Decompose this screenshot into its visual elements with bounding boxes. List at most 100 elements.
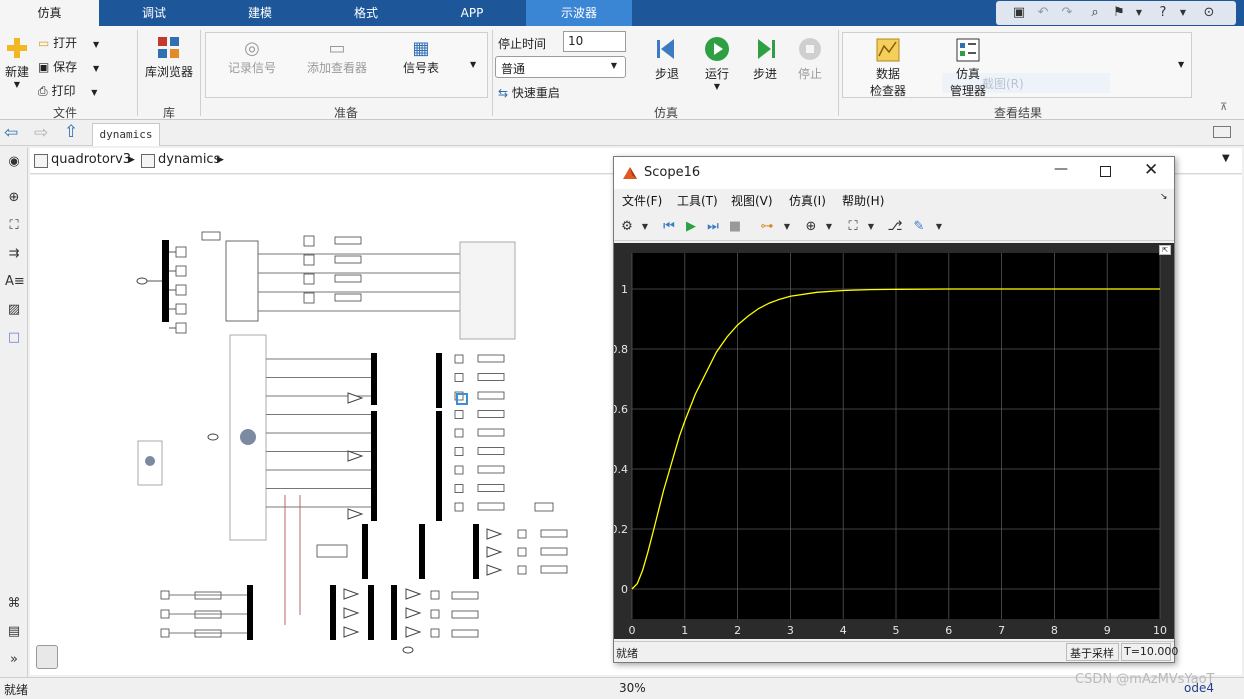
gain-block[interactable] bbox=[303, 254, 315, 266]
gain-block[interactable] bbox=[175, 303, 187, 315]
add-viewer-button[interactable]: ▭ 添加查看器 bbox=[303, 38, 371, 76]
quadrotor-icon[interactable] bbox=[240, 429, 256, 445]
gain-block[interactable] bbox=[454, 502, 464, 512]
step-back-button[interactable]: 步退 bbox=[650, 36, 684, 82]
gain-block[interactable] bbox=[175, 265, 187, 277]
measurement-icon[interactable]: ✎ bbox=[910, 218, 928, 236]
run-icon[interactable]: ▶ bbox=[682, 218, 700, 236]
maximize-icon[interactable] bbox=[1100, 166, 1111, 177]
image-icon[interactable]: ▨ bbox=[5, 301, 23, 319]
tab-format[interactable]: 格式 bbox=[316, 0, 416, 26]
menu-help[interactable]: 帮助(H) bbox=[842, 192, 884, 209]
scope-block[interactable] bbox=[477, 484, 505, 492]
chevron-down-icon[interactable]: ▼ bbox=[1222, 153, 1230, 164]
scope-block[interactable] bbox=[451, 629, 479, 638]
chevron-down-icon[interactable]: ▼ bbox=[470, 60, 476, 69]
scope-block[interactable] bbox=[477, 465, 505, 474]
breadcrumb-item-subsystem[interactable]: dynamics bbox=[158, 152, 220, 167]
undo-icon[interactable]: ↶ bbox=[1034, 4, 1052, 22]
save-icon[interactable]: ▣ bbox=[1010, 4, 1028, 22]
gain-block[interactable] bbox=[303, 235, 315, 247]
gain-triangle[interactable] bbox=[405, 588, 422, 600]
log-signals-button[interactable]: ◎ 记录信号 bbox=[222, 38, 282, 76]
up-arrow-icon[interactable]: ⇧ bbox=[64, 122, 78, 142]
mux-block[interactable] bbox=[391, 585, 397, 640]
mux-block[interactable] bbox=[436, 411, 442, 521]
settings-icon[interactable]: ⚙ bbox=[618, 218, 636, 236]
menu-simulation[interactable]: 仿真(I) bbox=[789, 192, 826, 209]
stop-time-field[interactable]: 10 bbox=[563, 31, 626, 52]
data-inspector-button[interactable]: 数据 检查器 bbox=[860, 38, 916, 99]
model-browser-icon[interactable]: ▤ bbox=[5, 623, 23, 641]
gain-triangle[interactable] bbox=[347, 450, 364, 462]
scope-block[interactable] bbox=[477, 354, 505, 363]
scope-block[interactable] bbox=[477, 373, 505, 381]
hide-explorer-icon[interactable]: ◉ bbox=[5, 153, 23, 171]
annotation-icon[interactable]: A≡ bbox=[5, 273, 25, 291]
gain-triangle[interactable] bbox=[343, 626, 360, 638]
scope-block[interactable] bbox=[477, 410, 505, 418]
fast-restart-button[interactable]: ⇆ 快速重启 bbox=[498, 84, 560, 101]
forward-arrow-icon[interactable]: ⇨ bbox=[34, 123, 48, 143]
mux-block[interactable] bbox=[247, 585, 253, 640]
quadrotor-icon[interactable] bbox=[145, 456, 155, 466]
scope-block[interactable] bbox=[540, 547, 568, 556]
new-button[interactable]: 新建 ▼ bbox=[4, 36, 30, 89]
dock-icon[interactable]: ↘ bbox=[1160, 192, 1168, 202]
gain-block[interactable] bbox=[430, 628, 440, 638]
scope-block[interactable] bbox=[477, 502, 505, 511]
gain-block[interactable] bbox=[303, 273, 315, 285]
scope-block[interactable] bbox=[477, 391, 505, 400]
gain-block[interactable] bbox=[454, 465, 464, 475]
open-button[interactable]: ▭ 打开 ▼ bbox=[38, 34, 110, 51]
gain-triangle[interactable] bbox=[486, 546, 503, 558]
gain-block[interactable] bbox=[175, 246, 187, 258]
signal-table-button[interactable]: ▦ 信号表 bbox=[396, 38, 446, 76]
chevron-right-icon[interactable]: ▶ bbox=[217, 155, 224, 165]
inport-block[interactable] bbox=[207, 433, 219, 441]
scope-block[interactable] bbox=[334, 293, 362, 302]
subsystem-block[interactable] bbox=[225, 240, 259, 322]
gain-triangle[interactable] bbox=[347, 392, 364, 404]
mux-block[interactable] bbox=[362, 524, 368, 579]
gain-triangle[interactable] bbox=[405, 626, 422, 638]
gain-block[interactable] bbox=[454, 373, 464, 382]
model-tab[interactable]: dynamics bbox=[92, 123, 160, 146]
gain-block[interactable] bbox=[303, 292, 315, 304]
mux-block[interactable] bbox=[419, 524, 425, 579]
gain-block[interactable] bbox=[517, 565, 527, 575]
zoom-in-icon[interactable]: ⊕ bbox=[802, 218, 820, 236]
tab-apps[interactable]: APP bbox=[422, 0, 522, 26]
scope-block[interactable] bbox=[334, 236, 362, 245]
gain-triangle[interactable] bbox=[405, 607, 422, 619]
gain-triangle[interactable] bbox=[486, 564, 503, 576]
scope-block[interactable] bbox=[540, 565, 568, 574]
chevron-down-icon[interactable]: ▼ bbox=[1130, 4, 1148, 22]
scope-block[interactable] bbox=[477, 447, 505, 455]
gain-block[interactable] bbox=[430, 609, 440, 619]
help-tools-icon[interactable]: ⚑ bbox=[1110, 4, 1128, 22]
chevron-down-icon[interactable]: ▼ bbox=[862, 218, 880, 236]
run-button[interactable]: 运行 ▼ bbox=[700, 36, 734, 91]
mux-block[interactable] bbox=[330, 585, 336, 640]
mux-block[interactable] bbox=[371, 505, 377, 520]
arrow-icon[interactable]: ⇉ bbox=[5, 245, 23, 263]
subsystem-block[interactable] bbox=[459, 241, 516, 340]
scope-plot-area[interactable]: 0 1 2 3 4 5 6 7 8 9 10 0 0.2 0.4 0.6 0.8 1 ⇱ bbox=[611, 243, 1174, 639]
mux-block[interactable] bbox=[473, 524, 479, 579]
scale-axes-icon[interactable]: ⛶ bbox=[844, 218, 862, 236]
area-icon[interactable]: □ bbox=[5, 329, 23, 347]
gain-block[interactable] bbox=[517, 547, 527, 557]
scope-block[interactable] bbox=[334, 274, 362, 283]
gain-block[interactable] bbox=[454, 428, 464, 438]
camera-icon[interactable]: ⌘ bbox=[5, 595, 23, 613]
chevron-down-icon[interactable]: ▼ bbox=[1178, 60, 1184, 69]
zoom-icon[interactable]: ⊕ bbox=[5, 189, 23, 207]
minimize-icon[interactable]: — bbox=[1054, 161, 1068, 177]
gain-block[interactable] bbox=[454, 354, 464, 364]
tab-scope[interactable]: 示波器 bbox=[526, 0, 632, 26]
tab-simulation[interactable]: 仿真 bbox=[0, 0, 99, 26]
inport-block[interactable] bbox=[160, 590, 170, 600]
menu-view[interactable]: 视图(V) bbox=[731, 192, 773, 209]
simulation-mode-select[interactable]: 普通 ▼ bbox=[495, 56, 626, 78]
